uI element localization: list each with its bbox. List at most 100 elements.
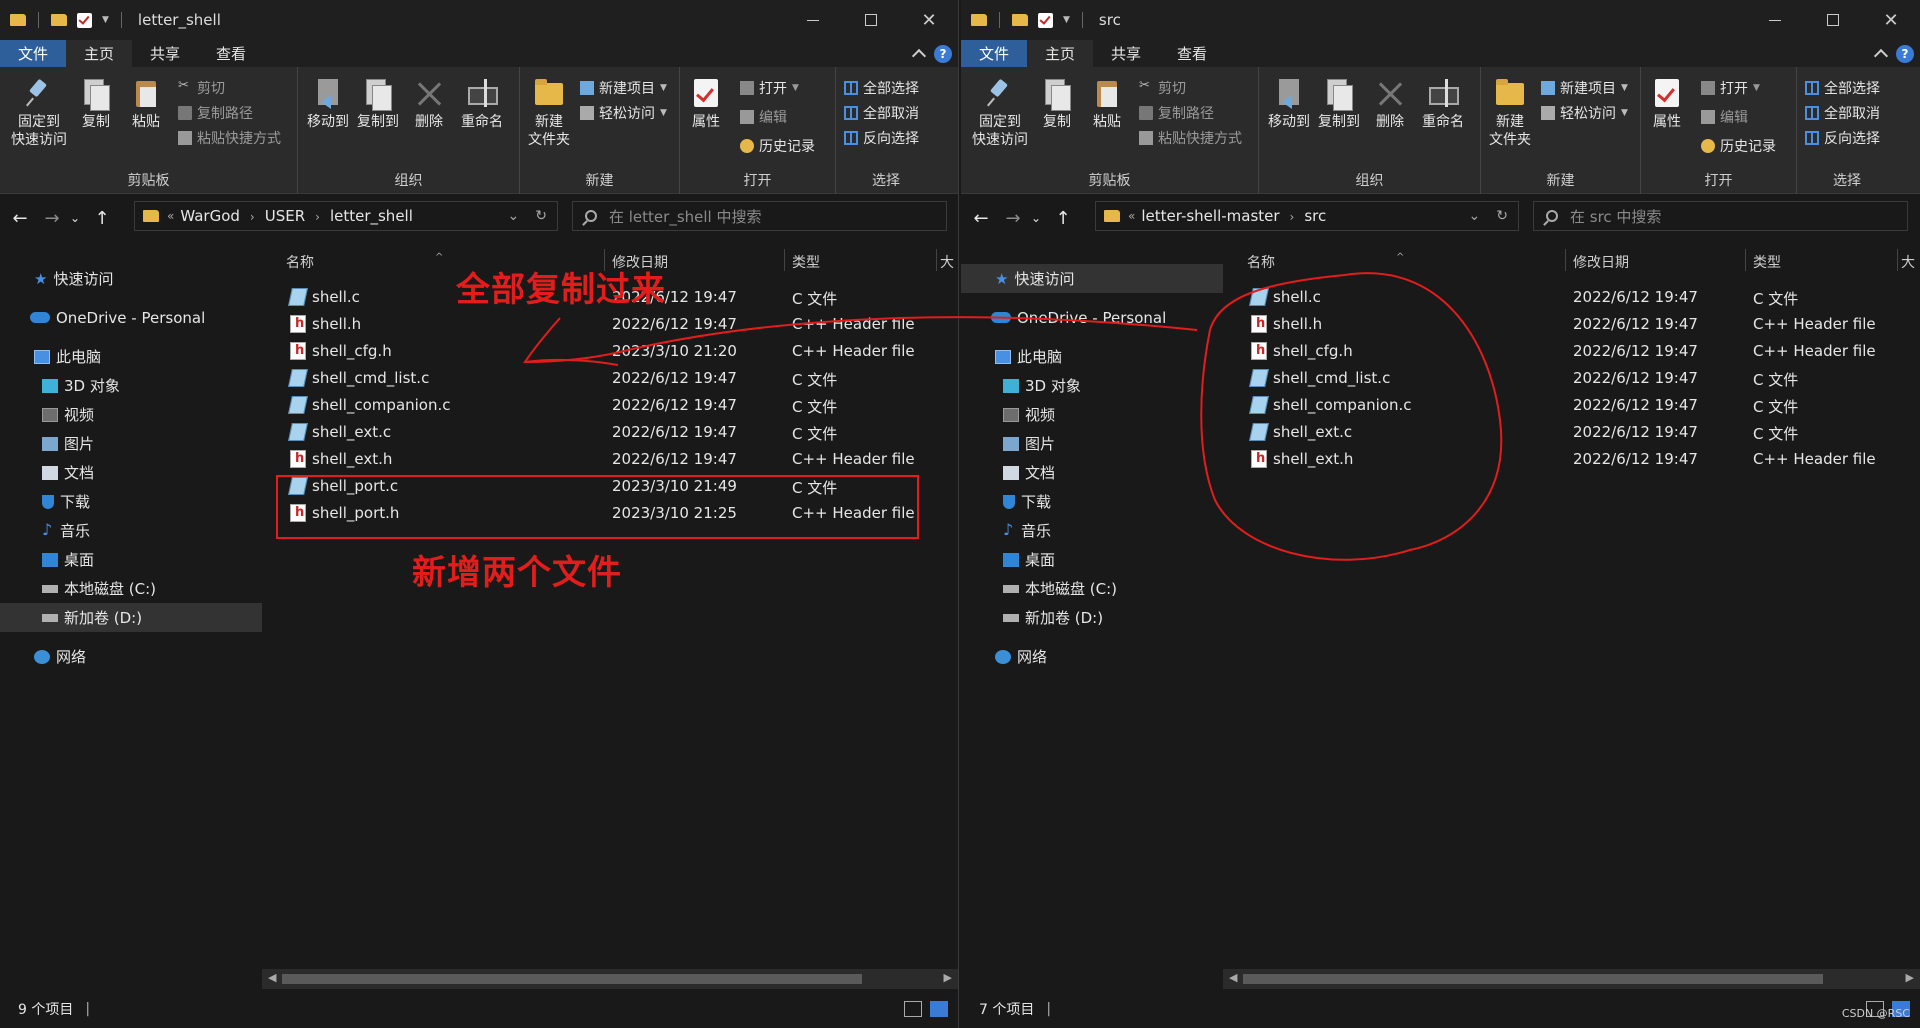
large-icons-view-icon[interactable] [930, 1001, 948, 1017]
minimize-button[interactable] [1746, 0, 1804, 40]
sidebar-item-drive[interactable]: 本地磁盘 (C:) [961, 574, 1223, 603]
file-row[interactable]: shell_companion.c 2022/6/12 19:47 C 文件 [1223, 393, 1920, 420]
breadcrumb-separator-icon[interactable]: › [250, 210, 255, 224]
overflow-chevron-icon[interactable]: « [1128, 209, 1135, 223]
sidebar-item-picture[interactable]: 图片 [961, 429, 1223, 458]
sidebar-item-this-pc[interactable]: 此电脑 [0, 342, 262, 371]
copy-button[interactable]: 复制 [1037, 77, 1077, 131]
collapse-ribbon-icon[interactable] [1873, 48, 1889, 64]
easy-access-button[interactable]: 轻松访问 ▼ [580, 103, 667, 123]
history-button[interactable]: 历史记录 [1701, 136, 1776, 156]
address-bar[interactable]: « letter-shell-master › src ⌄ ↻ [1095, 201, 1519, 231]
tab-share[interactable]: 共享 [132, 40, 198, 67]
sidebar-item-network[interactable]: 网络 [0, 642, 262, 671]
sidebar-item-document[interactable]: 文档 [961, 458, 1223, 487]
sidebar-item-music[interactable]: 音乐 [961, 516, 1223, 545]
sidebar-item-this-pc[interactable]: 此电脑 [961, 342, 1223, 371]
sidebar-item-quick-access[interactable]: ★ 快速访问 [961, 264, 1223, 293]
up-arrow-icon[interactable]: ↑ [1051, 208, 1075, 229]
sidebar-item-drive[interactable]: 新加卷 (D:) [961, 603, 1223, 632]
refresh-icon[interactable]: ↻ [1496, 208, 1508, 224]
new-item-button[interactable]: 新建项目 ▼ [1541, 78, 1628, 98]
file-row[interactable]: shell.h 2022/6/12 19:47 C++ Header file [262, 312, 958, 339]
help-icon[interactable]: ? [1896, 44, 1914, 63]
tab-view[interactable]: 查看 [198, 40, 264, 67]
file-row[interactable]: shell_ext.h 2022/6/12 19:47 C++ Header f… [1223, 447, 1920, 474]
maximize-button[interactable] [842, 0, 900, 40]
edit-button[interactable]: 编辑 [1701, 107, 1748, 127]
scroll-left-arrow-icon[interactable]: ◀ [1229, 971, 1237, 984]
move-to-button[interactable]: 移动到 [1267, 77, 1311, 131]
file-row[interactable]: shell_ext.c 2022/6/12 19:47 C 文件 [262, 420, 958, 447]
sidebar-item-cube[interactable]: 3D 对象 [961, 371, 1223, 400]
sidebar-item-desktop[interactable]: 桌面 [961, 545, 1223, 574]
tab-file[interactable]: 文件 [961, 40, 1028, 67]
sidebar-item-quick-access[interactable]: ★ 快速访问 [0, 264, 262, 293]
breadcrumb-separator-icon[interactable]: › [315, 210, 320, 224]
copy-button[interactable]: 复制 [76, 77, 116, 131]
sidebar-item-download[interactable]: 下载 [0, 487, 262, 516]
qat-dropdown-icon[interactable]: ▼ [1063, 15, 1070, 25]
forward-arrow-icon[interactable]: → [1001, 208, 1025, 229]
collapse-ribbon-icon[interactable] [911, 48, 927, 64]
horizontal-scrollbar[interactable]: ◀ ▶ [262, 969, 958, 989]
properties-button[interactable]: 属性 [688, 77, 724, 131]
column-header-name[interactable]: 名称 [286, 252, 314, 272]
tab-view[interactable]: 查看 [1159, 40, 1225, 67]
new-item-button[interactable]: 新建项目 ▼ [580, 78, 667, 98]
invert-selection-button[interactable]: 反向选择 [844, 128, 919, 148]
delete-button[interactable]: 删除 [412, 77, 446, 131]
qat-dropdown-icon[interactable]: ▼ [102, 15, 109, 25]
address-bar[interactable]: « WarGod › USER › letter_shell ⌄ ↻ [134, 201, 558, 231]
back-arrow-icon[interactable]: ← [969, 208, 993, 229]
recent-dropdown-icon[interactable]: ⌄ [68, 211, 82, 225]
column-header-date[interactable]: 修改日期 [1573, 252, 1629, 272]
sidebar-item-document[interactable]: 文档 [0, 458, 262, 487]
minimize-button[interactable] [784, 0, 842, 40]
rename-button[interactable]: 重命名 [454, 77, 510, 131]
sidebar-item-onedrive[interactable]: OneDrive - Personal [961, 303, 1223, 332]
file-row[interactable]: shell_cmd_list.c 2022/6/12 19:47 C 文件 [1223, 366, 1920, 393]
tab-home[interactable]: 主页 [1027, 40, 1094, 67]
scroll-right-arrow-icon[interactable]: ▶ [1906, 971, 1914, 984]
horizontal-scrollbar[interactable]: ◀ ▶ [1223, 969, 1920, 989]
tab-file[interactable]: 文件 [0, 40, 67, 67]
rename-button[interactable]: 重命名 [1415, 77, 1471, 131]
open-button[interactable]: 打开 ▼ [740, 78, 799, 98]
tab-share[interactable]: 共享 [1093, 40, 1159, 67]
breadcrumb-item[interactable]: letter_shell [330, 207, 413, 225]
address-dropdown-icon[interactable]: ⌄ [508, 208, 520, 224]
column-header-type[interactable]: 类型 [792, 252, 820, 272]
breadcrumb-item[interactable]: WarGod [180, 207, 240, 225]
up-arrow-icon[interactable]: ↑ [90, 208, 114, 229]
pin-quick-access-button[interactable]: 固定到 快速访问 [967, 77, 1033, 149]
file-row[interactable]: shell_companion.c 2022/6/12 19:47 C 文件 [262, 393, 958, 420]
column-header-type[interactable]: 类型 [1753, 252, 1781, 272]
properties-icon[interactable] [77, 12, 92, 28]
search-input[interactable]: 在 src 中搜索 [1533, 201, 1908, 231]
properties-button[interactable]: 属性 [1649, 77, 1685, 131]
column-header-size[interactable]: 大 [940, 252, 954, 272]
sidebar-item-music[interactable]: 音乐 [0, 516, 262, 545]
back-arrow-icon[interactable]: ← [8, 208, 32, 229]
copy-to-button[interactable]: 复制到 [1317, 77, 1361, 131]
copy-to-button[interactable]: 复制到 [356, 77, 400, 131]
paste-shortcut-button[interactable]: 粘贴快捷方式 [1139, 128, 1242, 148]
close-button[interactable]: ✕ [900, 0, 958, 40]
cut-button[interactable]: 剪切 [178, 78, 225, 98]
file-row[interactable]: shell_ext.c 2022/6/12 19:47 C 文件 [1223, 420, 1920, 447]
new-folder-button[interactable]: 新建 文件夹 [1487, 77, 1533, 149]
breadcrumb-item[interactable]: letter-shell-master [1141, 207, 1279, 225]
copy-path-button[interactable]: 复制路径 [1139, 103, 1214, 123]
cut-button[interactable]: 剪切 [1139, 78, 1186, 98]
paste-button[interactable]: 粘贴 [1087, 77, 1127, 131]
help-icon[interactable]: ? [934, 44, 952, 63]
open-button[interactable]: 打开 ▼ [1701, 78, 1760, 98]
paste-button[interactable]: 粘贴 [126, 77, 166, 131]
maximize-button[interactable] [1804, 0, 1862, 40]
scrollbar-thumb[interactable] [1243, 974, 1823, 984]
overflow-chevron-icon[interactable]: « [167, 209, 174, 223]
file-row[interactable]: shell.c 2022/6/12 19:47 C 文件 [1223, 285, 1920, 312]
sidebar-item-drive[interactable]: 新加卷 (D:) [0, 603, 262, 632]
sidebar-item-cube[interactable]: 3D 对象 [0, 371, 262, 400]
